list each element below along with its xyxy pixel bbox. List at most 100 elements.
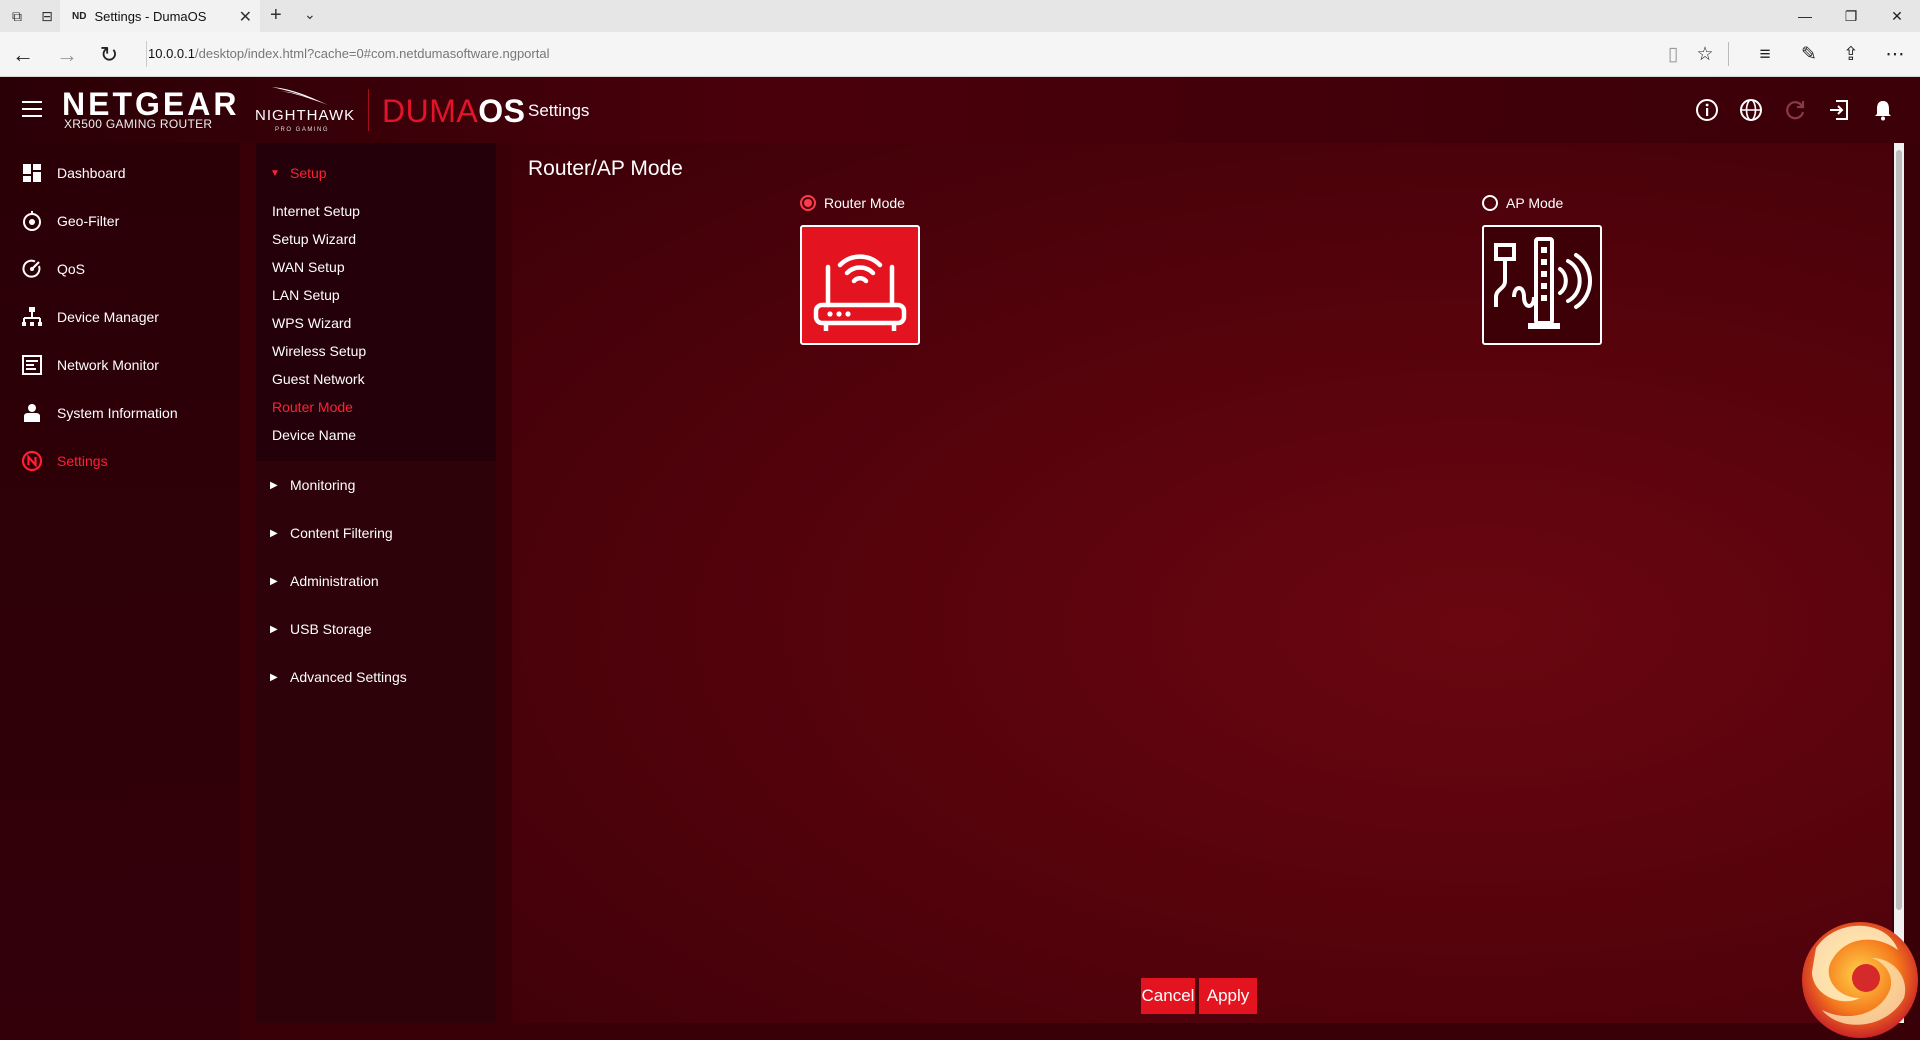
forward-icon[interactable]: →	[54, 42, 80, 68]
close-tab-icon[interactable]: ✕	[239, 7, 252, 27]
qos-icon	[21, 258, 43, 280]
minimize-icon[interactable]: —	[1782, 0, 1828, 32]
subnav-link-wan-setup[interactable]: WAN Setup	[272, 259, 345, 275]
tabs-aside-icon[interactable]: ⊟	[38, 7, 56, 25]
hub-icon[interactable]: ≡	[1752, 42, 1778, 68]
sidebar-item-label: QoS	[57, 261, 86, 277]
main-sidebar: Dashboard Geo-Filter QoS Device Manager …	[0, 143, 240, 1040]
content-filtering-section-toggle[interactable]: ▶ Content Filtering	[270, 525, 393, 541]
system-information-icon	[21, 402, 43, 424]
device-manager-icon	[21, 306, 43, 328]
tab-favicon: ND	[72, 10, 87, 22]
caret-right-icon: ▶	[270, 623, 278, 635]
header-divider	[368, 89, 369, 131]
subnav-link-guest-network[interactable]: Guest Network	[272, 371, 365, 387]
tab-actions-icon[interactable]: ⧉	[8, 7, 26, 25]
notifications-bell-icon[interactable]	[1870, 97, 1896, 123]
restore-icon[interactable]: ❐	[1828, 0, 1874, 32]
settings-icon	[21, 450, 43, 472]
administration-section-toggle[interactable]: ▶ Administration	[270, 573, 379, 589]
sidebar-item-qos[interactable]: QoS	[0, 249, 240, 289]
scrollbar-thumb[interactable]	[1896, 150, 1902, 910]
subnav-link-wps-wizard[interactable]: WPS Wizard	[272, 315, 351, 331]
sidebar-item-label: Settings	[57, 453, 108, 469]
info-icon[interactable]	[1694, 97, 1720, 123]
refresh-icon[interactable]: ↻	[96, 42, 122, 68]
subnav-link-wireless-setup[interactable]: Wireless Setup	[272, 343, 366, 359]
caret-right-icon: ▶	[270, 575, 278, 587]
geo-filter-icon	[21, 210, 43, 232]
monitoring-section-toggle[interactable]: ▶ Monitoring	[270, 477, 355, 493]
update-icon[interactable]	[1782, 97, 1808, 123]
main-panel: Router/AP Mode Router Mode AP Mode Cance…	[512, 143, 1892, 1023]
browser-tab[interactable]: ND Settings - DumaOS ✕	[60, 0, 260, 32]
sidebar-item-device-manager[interactable]: Device Manager	[0, 297, 240, 337]
router-icon	[813, 254, 907, 331]
sidebar-item-label: Network Monitor	[57, 357, 159, 373]
chevron-down-icon[interactable]: ⌄	[304, 6, 316, 23]
nighthawk-bird-icon	[272, 87, 328, 105]
language-globe-icon[interactable]	[1738, 97, 1764, 123]
swirl-logo-icon	[1802, 922, 1918, 1038]
subnav-link-device-name[interactable]: Device Name	[272, 427, 356, 443]
section-label: Monitoring	[290, 477, 356, 493]
ap-mode-option[interactable]: AP Mode	[1482, 195, 1563, 211]
usb-storage-section-toggle[interactable]: ▶ USB Storage	[270, 621, 372, 637]
subnav-link-router-mode[interactable]: Router Mode	[272, 399, 353, 415]
subnav-link-internet-setup[interactable]: Internet Setup	[272, 203, 360, 219]
section-label: USB Storage	[290, 621, 372, 637]
subnav-link-lan-setup[interactable]: LAN Setup	[272, 287, 340, 303]
close-window-icon[interactable]: ✕	[1874, 0, 1920, 32]
reading-view-icon[interactable]: ▯	[1660, 42, 1686, 68]
ap-mode-tile[interactable]	[1482, 225, 1602, 345]
subnav-link-setup-wizard[interactable]: Setup Wizard	[272, 231, 356, 247]
app-header: NETGEAR XR500 GAMING ROUTER NIGHTHAWK PR…	[0, 77, 1920, 143]
apply-button[interactable]: Apply	[1199, 978, 1257, 1014]
router-mode-radio[interactable]	[800, 195, 816, 211]
sidebar-item-settings[interactable]: Settings	[0, 441, 240, 481]
logout-icon[interactable]	[1826, 97, 1852, 123]
tab-title: Settings - DumaOS	[94, 8, 207, 24]
sidebar-item-label: Dashboard	[57, 165, 126, 181]
router-mode-tile[interactable]	[800, 225, 920, 345]
page-header-title: Settings	[528, 101, 590, 120]
sidebar-item-geo-filter[interactable]: Geo-Filter	[0, 201, 240, 241]
address-bar: ← → ↻ 10.0.0.1/desktop/index.html?cache=…	[0, 32, 1920, 77]
section-label: Advanced Settings	[290, 669, 407, 685]
sidebar-item-system-information[interactable]: System Information	[0, 393, 240, 433]
sidebar-item-network-monitor[interactable]: Network Monitor	[0, 345, 240, 385]
url-host: 10.0.0.1	[148, 46, 195, 61]
page-title: Router/AP Mode	[528, 157, 683, 180]
sidebar-item-label: Device Manager	[57, 309, 159, 325]
new-tab-icon[interactable]: +	[270, 4, 282, 27]
ap-mode-label: AP Mode	[1506, 195, 1564, 211]
router-mode-option[interactable]: Router Mode	[800, 195, 905, 211]
more-icon[interactable]: ⋯	[1882, 42, 1908, 68]
section-label: Administration	[290, 573, 379, 589]
section-label: Content Filtering	[290, 525, 393, 541]
back-icon[interactable]: ←	[10, 42, 36, 68]
url-divider	[146, 41, 147, 67]
cancel-button[interactable]: Cancel	[1141, 978, 1195, 1014]
sidebar-item-dashboard[interactable]: Dashboard	[0, 153, 240, 193]
caret-down-icon: ▼	[270, 167, 280, 179]
ap-mode-radio[interactable]	[1482, 195, 1498, 211]
setup-section-toggle[interactable]: ▼ Setup	[270, 165, 327, 181]
favorite-star-icon[interactable]: ☆	[1692, 42, 1718, 68]
sidebar-item-label: System Information	[57, 405, 178, 421]
nighthawk-subtitle: PRO GAMING	[275, 127, 330, 133]
url-field[interactable]: 10.0.0.1/desktop/index.html?cache=0#com.…	[148, 46, 549, 61]
caret-right-icon: ▶	[270, 527, 278, 539]
dashboard-icon	[21, 162, 43, 184]
web-note-icon[interactable]: ✎	[1796, 42, 1822, 68]
advanced-settings-section-toggle[interactable]: ▶ Advanced Settings	[270, 669, 407, 685]
caret-right-icon: ▶	[270, 479, 278, 491]
url-path: /desktop/index.html?cache=0#com.netdumas…	[195, 46, 550, 61]
network-monitor-icon	[21, 354, 43, 376]
router-model: XR500 GAMING ROUTER	[64, 117, 213, 131]
hamburger-menu-icon[interactable]	[22, 101, 42, 117]
access-point-icon	[1494, 237, 1593, 329]
share-icon[interactable]: ⇪	[1838, 42, 1864, 68]
browser-titlebar: ⧉ ⊟ ND Settings - DumaOS ✕ + ⌄ — ❐ ✕	[0, 0, 1920, 32]
caret-right-icon: ▶	[270, 671, 278, 683]
